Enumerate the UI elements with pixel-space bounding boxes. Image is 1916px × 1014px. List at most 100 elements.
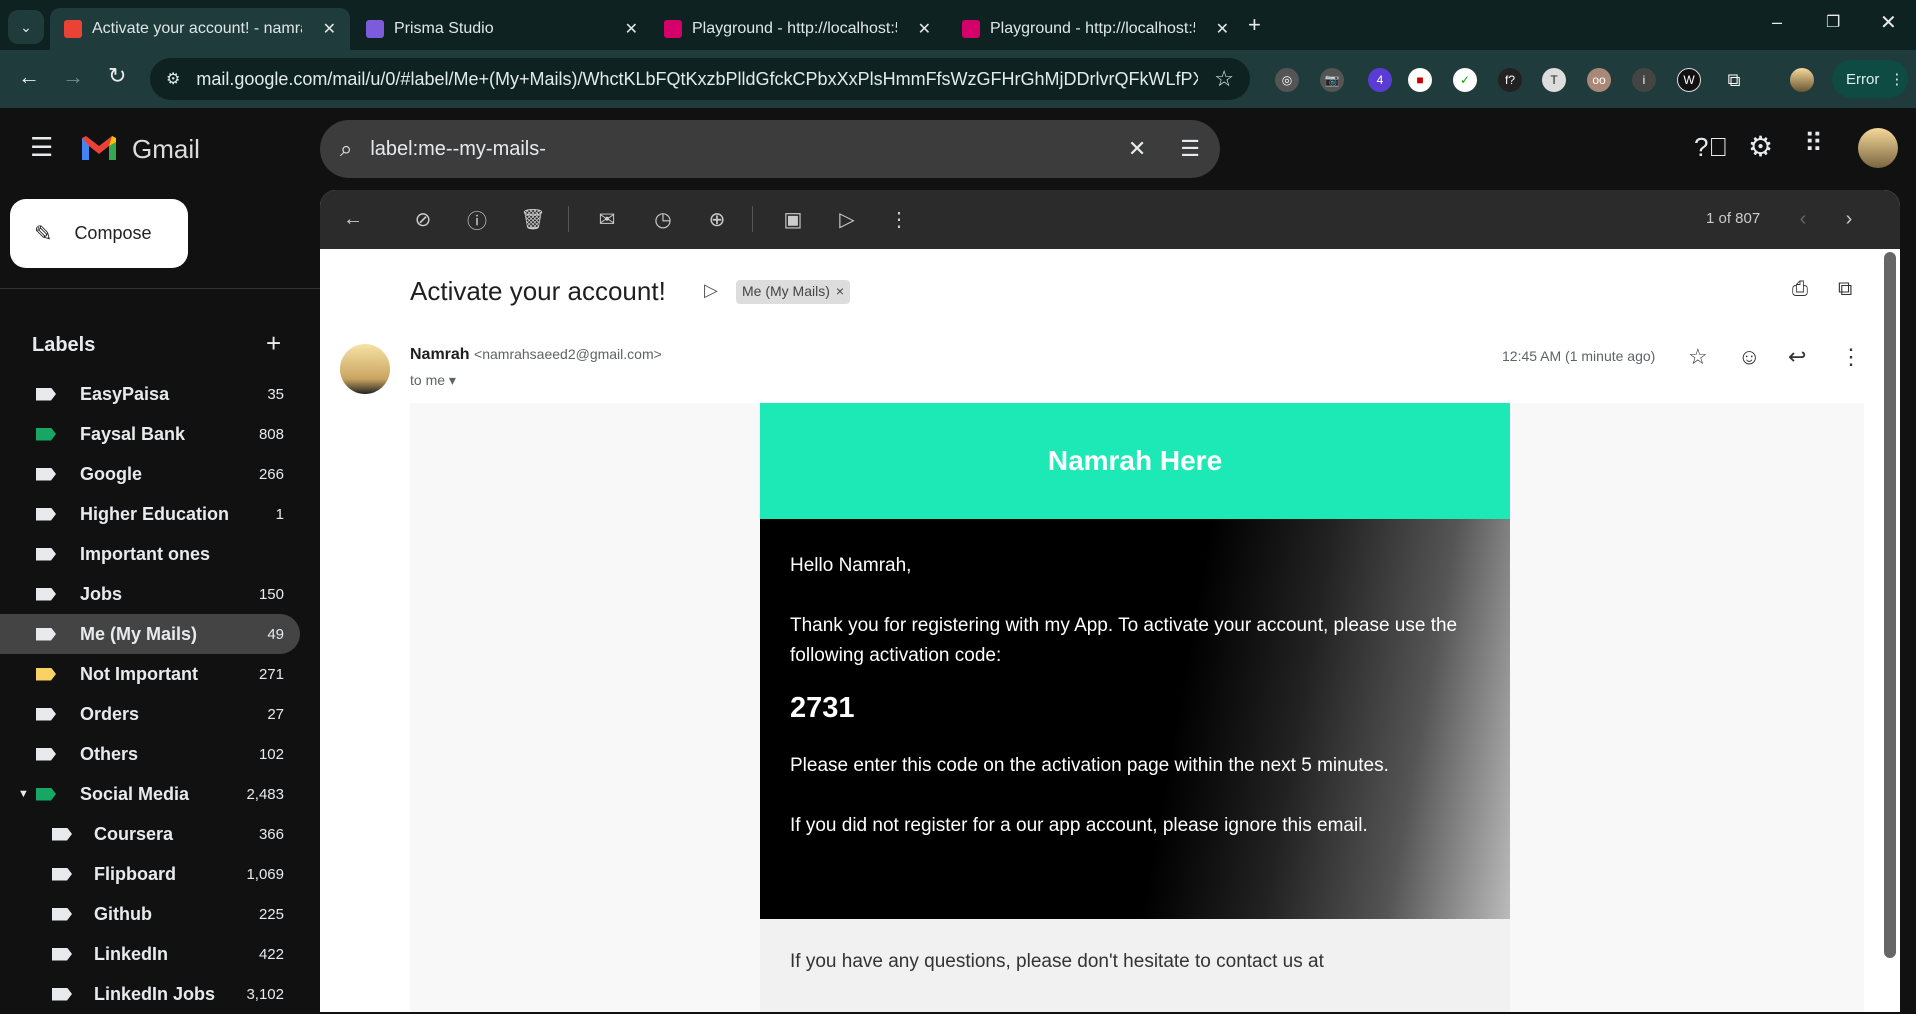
restore-button[interactable]: ❐ — [1826, 12, 1840, 32]
close-tab-icon[interactable]: ✕ — [918, 19, 931, 39]
close-window-button[interactable]: ✕ — [1880, 10, 1897, 35]
label-tag-icon — [52, 947, 72, 961]
url-text: mail.google.com/mail/u/0/#label/Me+(My+M… — [196, 68, 1199, 89]
extension-icon[interactable]: oo — [1587, 68, 1611, 92]
reply-icon[interactable]: ↩ — [1788, 344, 1806, 370]
emoji-reaction-icon[interactable]: ☺ — [1738, 344, 1760, 370]
extensions-puzzle-icon[interactable]: ⧉ — [1722, 68, 1746, 92]
main-menu-icon[interactable]: ☰ — [30, 132, 53, 163]
sidebar-label-item[interactable]: EasyPaisa 35 — [0, 374, 300, 414]
sidebar-label-item[interactable]: Coursera 366 — [0, 814, 300, 854]
snooze-icon[interactable]: ◷ — [650, 206, 676, 232]
sidebar-label-item[interactable]: Github 225 — [0, 894, 300, 934]
search-bar[interactable]: ⌕ label:me--my-mails- ✕ ☰ — [320, 120, 1220, 178]
close-tab-icon[interactable]: ✕ — [323, 19, 336, 39]
search-icon[interactable]: ⌕ — [340, 136, 352, 162]
sidebar-label-item[interactable]: Not Important 271 — [0, 654, 300, 694]
extension-icon[interactable]: T — [1542, 68, 1566, 92]
help-icon[interactable]: ?⃝ — [1694, 132, 1728, 163]
add-to-tasks-icon[interactable]: ⊕ — [704, 206, 730, 232]
message-panel: ← ⊘ ⓘ 🗑 ✉ ◷ ⊕ ▣ ▷ ⋮ 1 of 807 ‹ › Activat… — [320, 190, 1900, 1012]
label-tag-icon — [52, 867, 72, 881]
message-more-icon[interactable]: ⋮ — [1840, 344, 1862, 370]
favicon-icon — [962, 20, 980, 38]
sidebar-label-item[interactable]: Faysal Bank 808 — [0, 414, 300, 454]
sidebar-label-item[interactable]: Others 102 — [0, 734, 300, 774]
extension-icon[interactable]: ◎ — [1275, 68, 1299, 92]
email-subject: Activate your account! — [410, 276, 666, 306]
star-icon[interactable]: ☆ — [1688, 344, 1708, 370]
profile-error-button[interactable]: Error ⋮ — [1832, 60, 1908, 98]
sidebar-label-item[interactable]: Flipboard 1,069 — [0, 854, 300, 894]
sidebar-label-item[interactable]: Higher Education 1 — [0, 494, 300, 534]
archive-icon[interactable]: ⊘ — [410, 206, 436, 232]
open-new-window-icon[interactable]: ⧉ — [1838, 278, 1852, 301]
delete-icon[interactable]: 🗑 — [520, 206, 546, 232]
more-options-icon[interactable]: ⋮ — [886, 206, 912, 232]
label-tag-icon — [52, 827, 72, 841]
site-info-icon[interactable]: ⚙ — [166, 69, 180, 89]
clear-search-icon[interactable]: ✕ — [1128, 136, 1146, 162]
browser-tab[interactable]: Activate your account! - namrah ✕ — [50, 8, 350, 50]
divider — [568, 206, 569, 232]
extension-icon[interactable]: W — [1677, 68, 1701, 92]
search-options-icon[interactable]: ☰ — [1180, 136, 1200, 162]
newer-icon[interactable]: ‹ — [1790, 206, 1816, 232]
browser-tab[interactable]: Playground - http://localhost:50 ✕ — [948, 8, 1243, 50]
paragraph: Please enter this code on the activation… — [790, 755, 1389, 776]
camera-extension-icon[interactable]: 📷 — [1320, 68, 1344, 92]
extension-icon[interactable]: i — [1632, 68, 1656, 92]
settings-gear-icon[interactable]: ⚙ — [1748, 130, 1773, 163]
new-tab-button[interactable]: + — [1248, 12, 1261, 38]
scrollbar[interactable] — [1884, 252, 1896, 958]
recipients-toggle[interactable]: to me ▾ — [410, 372, 456, 389]
expand-caret-icon[interactable]: ▼ — [18, 788, 29, 800]
browser-tab[interactable]: Playground - http://localhost:50 ✕ — [650, 8, 945, 50]
close-tab-icon[interactable]: ✕ — [625, 19, 638, 39]
sidebar-label-item[interactable]: Jobs 150 — [0, 574, 300, 614]
sidebar-label-item[interactable]: LinkedIn Jobs 3,102 — [0, 974, 300, 1014]
report-spam-icon[interactable]: ⓘ — [464, 206, 490, 233]
reload-icon[interactable]: ↻ — [108, 63, 126, 89]
sidebar-label-item[interactable]: LinkedIn 422 — [0, 934, 300, 974]
greeting: Hello Namrah, — [790, 555, 912, 576]
sidebar-label-item[interactable]: ▼ Social Media 2,483 — [0, 774, 300, 814]
move-to-icon[interactable]: ▣ — [780, 206, 806, 232]
minimize-button[interactable]: – — [1772, 12, 1782, 33]
sidebar-label-item[interactable]: Google 266 — [0, 454, 300, 494]
bookmark-star-icon[interactable]: ☆ — [1214, 66, 1234, 92]
profile-avatar[interactable] — [1790, 68, 1814, 92]
older-icon[interactable]: › — [1836, 206, 1862, 232]
important-marker-icon[interactable]: ▷ — [704, 280, 718, 301]
add-label-icon[interactable]: + — [266, 328, 281, 359]
tab-search-button[interactable]: ⌄ — [8, 10, 44, 44]
sidebar-label-item[interactable]: Orders 27 — [0, 694, 300, 734]
extension-icon[interactable]: ✓ — [1453, 68, 1477, 92]
back-to-list-icon[interactable]: ← — [340, 206, 366, 232]
apps-grid-icon[interactable]: ⠿ — [1804, 128, 1823, 159]
label-icon[interactable]: ▷ — [834, 206, 860, 232]
browser-tab[interactable]: Prisma Studio ✕ — [352, 8, 652, 50]
extension-icon[interactable]: ■ — [1408, 68, 1432, 92]
label-tag-icon — [36, 627, 56, 641]
divider — [0, 288, 320, 289]
back-icon[interactable]: ← — [18, 64, 40, 90]
print-icon[interactable]: ⎙ — [1792, 278, 1808, 301]
favicon-icon — [664, 20, 682, 38]
search-input[interactable]: label:me--my-mails- — [370, 138, 1110, 161]
mark-unread-icon[interactable]: ✉ — [594, 206, 620, 232]
sidebar-label-item[interactable]: Me (My Mails) 49 — [0, 614, 300, 654]
url-bar[interactable]: ⚙ mail.google.com/mail/u/0/#label/Me+(My… — [150, 58, 1250, 100]
close-tab-icon[interactable]: ✕ — [1216, 19, 1229, 39]
remove-label-icon[interactable]: × — [836, 283, 844, 301]
extension-badge-icon[interactable]: 4 — [1368, 68, 1392, 92]
email-time: 12:45 AM (1 minute ago) — [1502, 348, 1656, 364]
sidebar-label-item[interactable]: Important ones — [0, 534, 300, 574]
sender-avatar[interactable] — [340, 344, 390, 394]
label-tag-icon — [52, 987, 72, 1001]
compose-button[interactable]: ✎ Compose — [10, 199, 188, 268]
forward-icon[interactable]: → — [62, 64, 84, 90]
font-extension-icon[interactable]: f? — [1498, 68, 1522, 92]
label-tag-icon — [36, 427, 56, 441]
account-avatar[interactable] — [1858, 128, 1898, 168]
